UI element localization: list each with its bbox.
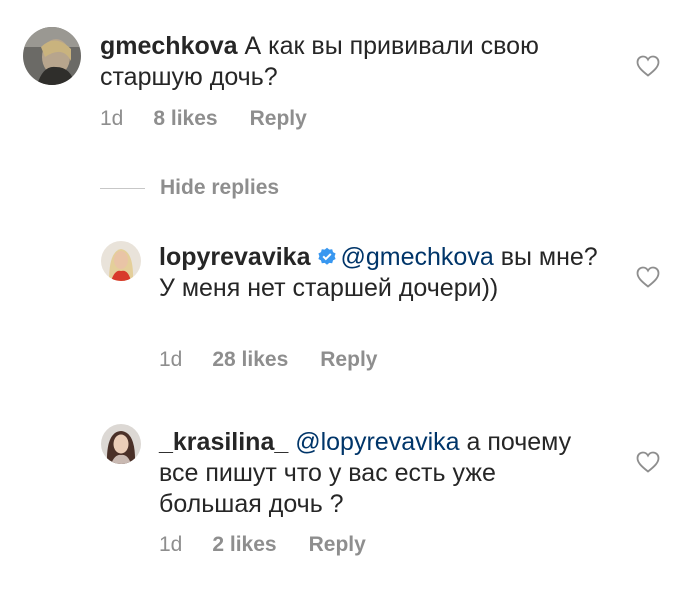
timestamp[interactable]: 1d [100, 106, 123, 132]
verified-badge-icon [317, 247, 337, 267]
mention-link[interactable]: @lopyrevavika [295, 428, 459, 456]
username-link[interactable]: lopyrevavika [159, 243, 311, 271]
likes-count[interactable]: 8 likes [153, 106, 217, 132]
avatar[interactable] [101, 424, 141, 464]
avatar[interactable] [101, 241, 141, 281]
hide-replies-button[interactable]: Hide replies [100, 173, 279, 203]
reply-button[interactable]: Reply [320, 347, 377, 373]
mention-link[interactable]: @gmechkova [341, 243, 494, 271]
username-link[interactable]: gmechkova [100, 32, 238, 60]
avatar[interactable] [23, 27, 81, 85]
username-link[interactable]: _krasilina_ [159, 428, 288, 456]
timestamp[interactable]: 1d [159, 347, 182, 373]
timestamp[interactable]: 1d [159, 532, 182, 558]
reply-button[interactable]: Reply [309, 532, 366, 558]
heart-outline-icon[interactable] [636, 55, 660, 77]
comment-meta: 1d 8 likes Reply [100, 106, 307, 132]
comment-text: lopyrevavika @gmechkova вы мне? У меня не… [159, 242, 599, 304]
likes-count[interactable]: 2 likes [212, 532, 276, 558]
hide-replies-divider [100, 187, 145, 189]
heart-outline-icon[interactable] [636, 266, 660, 288]
comment-text: _krasilina_ @lopyrevavika а почему все п… [159, 427, 599, 520]
likes-count[interactable]: 28 likes [212, 347, 288, 373]
heart-outline-icon[interactable] [636, 451, 660, 473]
comment-meta: 1d 28 likes Reply [159, 347, 377, 373]
reply-button[interactable]: Reply [250, 106, 307, 132]
hide-replies-label[interactable]: Hide replies [160, 176, 279, 200]
comment-text: gmechkova А как вы прививали свою старшу… [100, 31, 600, 93]
comment-meta: 1d 2 likes Reply [159, 532, 366, 558]
